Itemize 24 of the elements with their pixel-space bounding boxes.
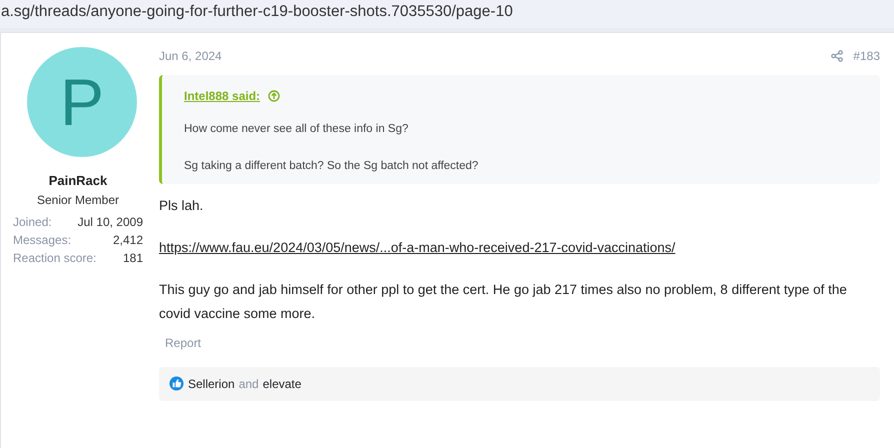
stat-value: 181 bbox=[122, 250, 143, 266]
report-link[interactable]: Report bbox=[165, 334, 202, 352]
avatar[interactable]: P bbox=[27, 47, 137, 157]
reactor-link[interactable]: elevate bbox=[262, 374, 302, 392]
quote-text: How come never see all of these info in Sg? bbox=[184, 122, 410, 137]
stat-label: Joined: bbox=[13, 214, 52, 230]
stat-label: Messages: bbox=[13, 232, 72, 248]
stat-label: Reaction score: bbox=[13, 250, 96, 266]
post-link[interactable]: https://www.fau.eu/2024/03/05/news/...of-a-man-who-received-217-covid-vaccinations/ bbox=[159, 240, 676, 254]
post-number-link[interactable]: #183 bbox=[853, 47, 880, 65]
share-icon[interactable] bbox=[831, 50, 844, 62]
stat-value: 2,412 bbox=[112, 232, 143, 248]
quote-text: Sg taking a different batch? So the Sg batch not affected? bbox=[184, 159, 480, 174]
stat-value: Jul 10, 2009 bbox=[78, 214, 143, 230]
user-title: Senior Member bbox=[36, 192, 120, 208]
conjunction-text: and bbox=[238, 376, 259, 392]
like-icon bbox=[169, 376, 184, 391]
post-text: This guy go and jab himself for other ppl to get the cert. He go jab 217 times also no problem, 8 different type of the covid vaccine some more. bbox=[159, 282, 847, 320]
post-date[interactable]: Jun 6, 2024 bbox=[159, 47, 222, 65]
username-link[interactable]: PainRack bbox=[13, 171, 143, 190]
reactor-link[interactable]: Sellerion bbox=[188, 374, 235, 392]
post-text: Pls lah. bbox=[159, 198, 204, 212]
quote-author-link[interactable]: Intel888 said: bbox=[184, 87, 260, 105]
url-text: a.sg/threads/anyone-going-for-further-c19-booster-shots.7035530/page-10 bbox=[1, 3, 513, 20]
